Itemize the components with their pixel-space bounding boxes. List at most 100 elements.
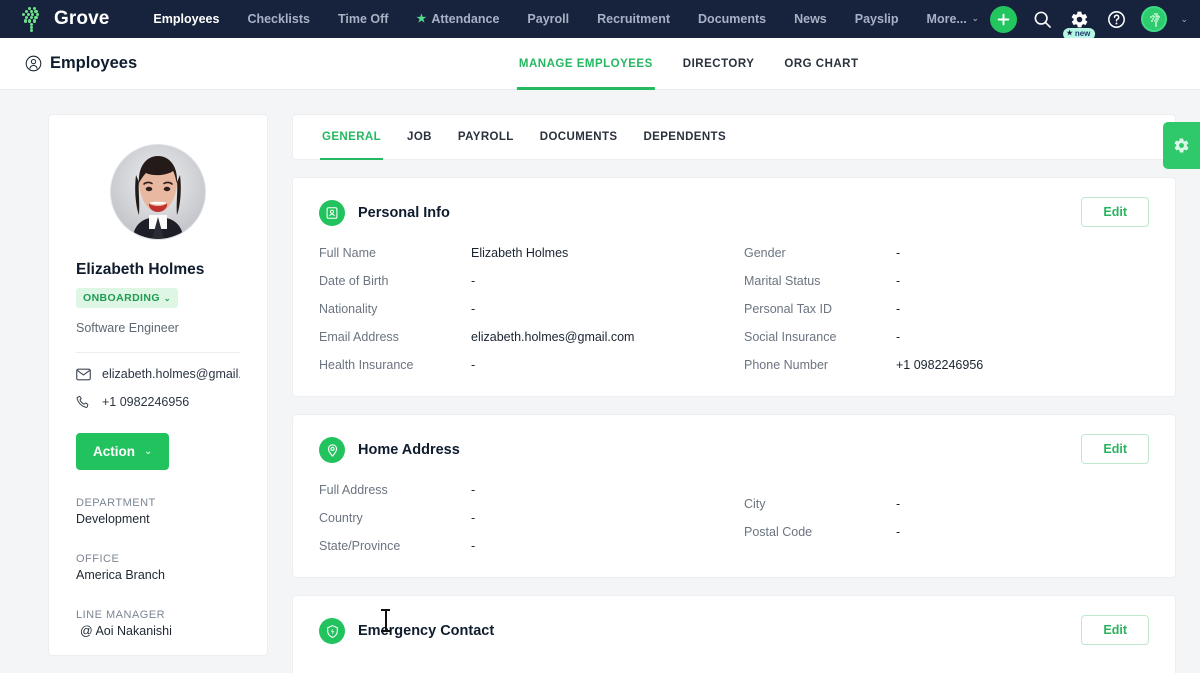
field-label: Personal Tax ID xyxy=(744,302,896,316)
user-avatar[interactable] xyxy=(1141,6,1167,32)
employee-meta-list: DEPARTMENT Development OFFICEAmerica Branc… xyxy=(76,497,240,638)
panel-header: Emergency Contact xyxy=(319,618,1149,644)
page-subheader: Employees MANAGE EMPLOYEESDIRECTORYORG C… xyxy=(0,38,1200,90)
status-badge[interactable]: ONBOARDING ⌄ xyxy=(76,288,178,308)
field-column-right: City-Postal Code- xyxy=(744,483,1149,553)
employee-phone-row[interactable]: +1 0982246956 xyxy=(76,395,240,409)
field-label: Nationality xyxy=(319,302,471,316)
nav-link-recruitment[interactable]: Recruitment xyxy=(583,0,684,38)
field-row: Marital Status- xyxy=(744,274,1149,288)
meta-office: OFFICEAmerica Branch xyxy=(76,553,240,582)
tab-job[interactable]: JOB xyxy=(394,114,445,160)
nav-link-checklists[interactable]: Checklists xyxy=(233,0,324,38)
field-value: - xyxy=(896,330,900,344)
map-pin-icon xyxy=(319,437,345,463)
field-row: Country- xyxy=(319,511,724,525)
nav-link-label: Recruitment xyxy=(597,0,670,38)
edit-button[interactable]: Edit xyxy=(1081,197,1149,227)
nav-link-employees[interactable]: Employees xyxy=(139,0,233,38)
panel-title: Emergency Contact xyxy=(358,623,494,639)
field-column-left: Full Address-Country-State/Province- xyxy=(319,483,744,553)
subnav-item-manage-employees[interactable]: MANAGE EMPLOYEES xyxy=(504,38,668,90)
question-circle-icon xyxy=(1107,10,1126,29)
field-label: Gender xyxy=(744,246,896,260)
avatar-tree-icon xyxy=(1147,12,1161,26)
employee-photo xyxy=(111,145,205,239)
tab-general[interactable]: GENERAL xyxy=(309,114,394,160)
nav-link-label: Checklists xyxy=(247,0,310,38)
nav-link-payroll[interactable]: Payroll xyxy=(513,0,583,38)
edit-button[interactable]: Edit xyxy=(1081,615,1149,645)
edit-button[interactable]: Edit xyxy=(1081,434,1149,464)
nav-right-actions: ★ new ⌄ xyxy=(990,0,1188,38)
help-button[interactable] xyxy=(1104,7,1128,31)
status-badge-label: ONBOARDING xyxy=(83,292,160,304)
field-label: City xyxy=(744,497,896,511)
tab-payroll[interactable]: PAYROLL xyxy=(445,114,527,160)
nav-link-time-off[interactable]: Time Off xyxy=(324,0,402,38)
page-title-group: Employees xyxy=(0,54,137,73)
field-value: +1 0982246956 xyxy=(896,358,983,372)
meta-value: Development xyxy=(76,512,240,526)
field-column-left: Full NameElizabeth HolmesDate of Birth-N… xyxy=(319,246,744,372)
page-content: Elizabeth Holmes ONBOARDING ⌄ Software E… xyxy=(0,90,1200,673)
field-value: - xyxy=(471,483,475,497)
employee-email-row[interactable]: elizabeth.holmes@gmail... xyxy=(76,367,240,381)
subnav-item-org-chart[interactable]: ORG CHART xyxy=(769,38,873,90)
field-row: Nationality- xyxy=(319,302,724,316)
panel-emergency-contact: Emergency Contact Edit xyxy=(292,595,1176,673)
search-button[interactable] xyxy=(1030,7,1054,31)
chevron-down-icon: ⌄ xyxy=(972,0,979,38)
nav-link-attendance[interactable]: ★Attendance xyxy=(402,0,513,38)
panel-header: Home Address xyxy=(319,437,1149,463)
field-value: - xyxy=(896,246,900,260)
employee-role: Software Engineer xyxy=(76,321,240,353)
emergency-contact-icon xyxy=(319,618,345,644)
field-value: Elizabeth Holmes xyxy=(471,246,568,260)
mail-icon xyxy=(76,368,91,381)
nav-link-label: Employees xyxy=(153,0,219,38)
top-navigation-bar: Grove Employees Checklists Time Off ★Attend… xyxy=(0,0,1200,38)
meta-department: DEPARTMENT Development xyxy=(76,497,240,526)
employee-detail-column: GENERALJOBPAYROLLDOCUMENTSDEPENDENTS Per… xyxy=(292,114,1176,673)
action-button[interactable]: Action ⌄ xyxy=(76,433,169,470)
employee-name: Elizabeth Holmes xyxy=(76,261,240,279)
panel-personal-info: Personal InfoEdit Full NameElizabeth Holm… xyxy=(292,177,1176,397)
subnav-item-directory[interactable]: DIRECTORY xyxy=(668,38,770,90)
chevron-down-icon[interactable]: ⌄ xyxy=(1180,14,1188,25)
field-row: Gender- xyxy=(744,246,1149,260)
nav-link-label: Payroll xyxy=(527,0,569,38)
field-grid: Full NameElizabeth HolmesDate of Birth-N… xyxy=(319,246,1149,372)
sub-navigation: MANAGE EMPLOYEESDIRECTORYORG CHART xyxy=(504,38,874,90)
meta-label: LINE MANAGER xyxy=(76,609,240,621)
field-label: Full Address xyxy=(319,483,471,497)
field-label: Marital Status xyxy=(744,274,896,288)
field-row: City- xyxy=(744,497,1149,511)
employee-photo-image xyxy=(111,145,205,239)
page-title: Employees xyxy=(50,54,137,73)
nav-link-more[interactable]: More...⌄ xyxy=(913,0,993,38)
field-row: Social Insurance- xyxy=(744,330,1149,344)
brand-name: Grove xyxy=(54,8,109,30)
meta-label: DEPARTMENT xyxy=(76,497,240,509)
field-row: Personal Tax ID- xyxy=(744,302,1149,316)
field-value: - xyxy=(896,525,900,539)
brand-logo[interactable]: Grove xyxy=(20,6,109,32)
nav-link-payslip[interactable]: Payslip xyxy=(841,0,913,38)
field-column-right: Gender-Marital Status-Personal Tax ID-So… xyxy=(744,246,1149,372)
settings-side-tab[interactable] xyxy=(1163,122,1200,169)
tab-dependents[interactable]: DEPENDENTS xyxy=(630,114,739,160)
field-label: Social Insurance xyxy=(744,330,896,344)
nav-link-documents[interactable]: Documents xyxy=(684,0,780,38)
nav-link-news[interactable]: News xyxy=(780,0,841,38)
panel-header: Personal Info xyxy=(319,200,1149,226)
add-button[interactable] xyxy=(990,6,1017,33)
meta-value[interactable]: @ Aoi Nakanishi xyxy=(76,624,240,638)
nav-link-label: Time Off xyxy=(338,0,388,38)
settings-button[interactable]: ★ new xyxy=(1067,7,1091,31)
tab-documents[interactable]: DOCUMENTS xyxy=(527,114,631,160)
field-row: Postal Code- xyxy=(744,525,1149,539)
field-row: Phone Number+1 0982246956 xyxy=(744,358,1149,372)
action-button-label: Action xyxy=(93,444,135,459)
field-row: Full NameElizabeth Holmes xyxy=(319,246,724,260)
